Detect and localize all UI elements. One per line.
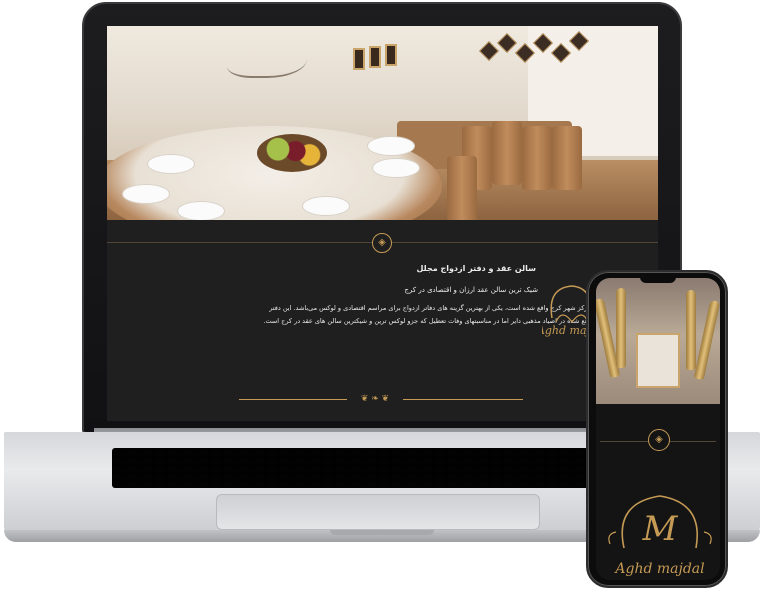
phone-hero-image [596,278,720,404]
trackpad [216,494,540,530]
gold-spoon [693,299,720,381]
chair [447,156,477,220]
diamond-icon: ◈ [648,429,670,451]
plate [302,196,350,216]
plate [177,201,225,220]
section-subtitle: شیک ترین سالن عقد ارزان و اقتصادی در کرج [404,286,538,294]
flourish-icon: ❦ ❧ ❦ [347,394,403,404]
logo-monogram: M [642,509,679,549]
phone-notch [640,276,676,283]
wall-diamond-tile [497,33,517,53]
laptop-screen: ◈ سالن عقد و دفتر ازدواج مجلل شیک ترین س… [107,26,658,421]
chair [492,121,522,185]
wall-calligraphy [227,40,307,78]
wall-frame [353,48,365,70]
hero-image [107,26,658,220]
diamond-icon: ◈ [372,233,392,253]
fruit-bowl [257,134,327,172]
laptop-notch [330,530,434,535]
wedding-mirror [636,333,680,388]
plate [372,158,420,178]
phone-screen: ◈ M Aghd majdal [596,278,720,580]
wall-diamond-tile [479,41,499,61]
plate [147,154,195,174]
gold-spoon [686,290,696,370]
phone-brand-logo: M Aghd majdal [608,495,712,577]
gold-spoon [616,288,626,368]
plate [367,136,415,156]
phone-logo-text: Aghd majdal [613,561,704,577]
wall-frame [385,44,397,66]
wall-frame [369,46,381,68]
keyboard [112,448,612,488]
chair [552,126,582,190]
plate [122,184,170,204]
section-title: سالن عقد و دفتر ازدواج مجلل [416,264,536,273]
chair [522,126,552,190]
